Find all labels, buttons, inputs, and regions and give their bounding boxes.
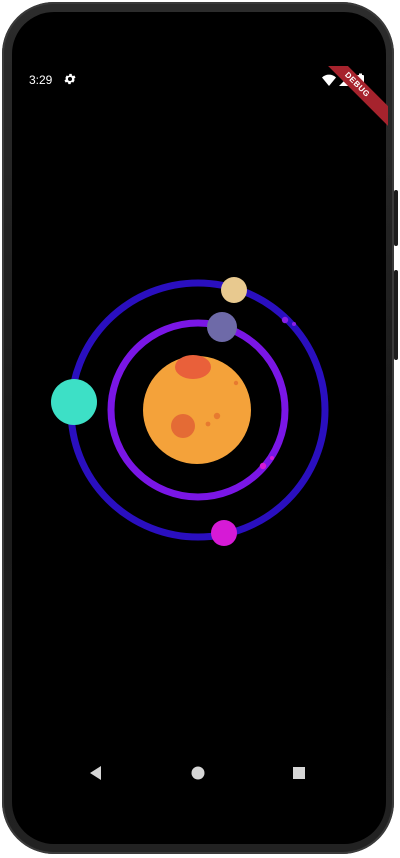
outer-orbit-dot-1 [281, 316, 289, 324]
recents-icon[interactable] [288, 762, 310, 784]
inner-orbit-dot-1 [259, 462, 267, 470]
solar-system-illustration [51, 277, 329, 546]
outer-orbit-dot-2 [292, 322, 296, 326]
beige-planet [221, 277, 247, 303]
inner-orbit-dot-2 [270, 456, 274, 460]
navigation-bar [12, 752, 386, 792]
sun-crater-medium [171, 414, 195, 438]
home-icon[interactable] [187, 762, 209, 784]
sun-crater-large [175, 355, 211, 379]
phone-device: 3:29 DEBUG [0, 0, 400, 858]
sun-crater-small-3 [233, 380, 239, 386]
teal-planet [51, 379, 97, 425]
sun-crater-small-2 [205, 421, 211, 427]
sun [143, 355, 251, 464]
sun-crater-small-1 [213, 412, 221, 420]
magenta-planet [211, 520, 237, 546]
back-icon[interactable] [85, 762, 107, 784]
purple-planet [207, 312, 237, 342]
